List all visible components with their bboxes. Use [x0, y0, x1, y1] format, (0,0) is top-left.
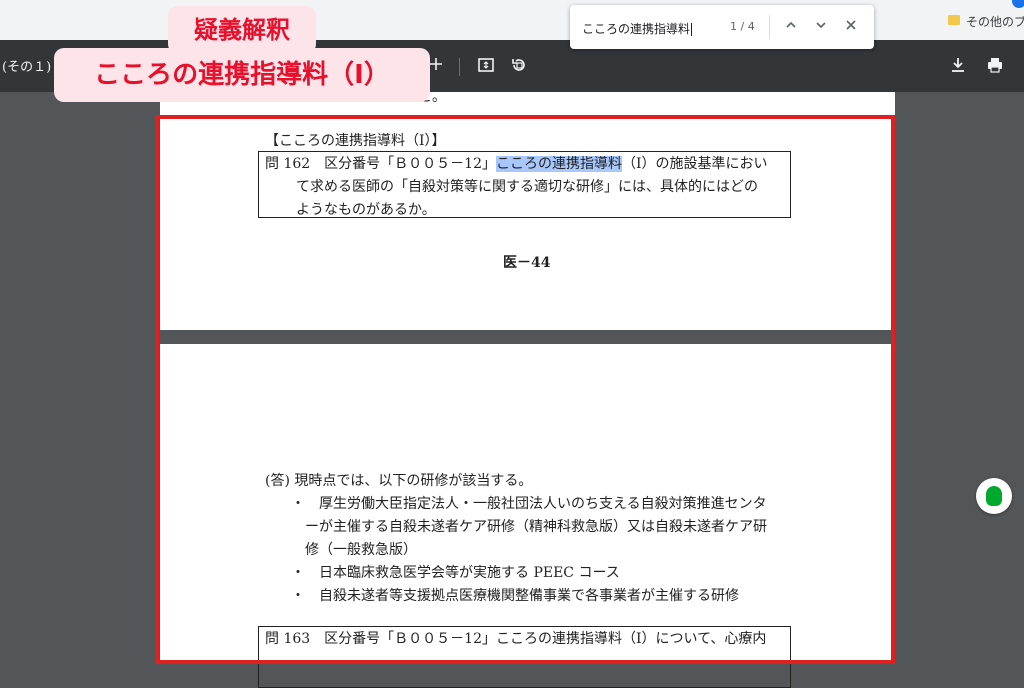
evernote-icon[interactable] [976, 478, 1012, 514]
find-bar: こころの連携指導料 1 / 4 [570, 5, 874, 49]
highlight-frame [155, 115, 895, 664]
find-result-count: 1 / 4 [730, 20, 755, 33]
rotate-icon[interactable] [510, 56, 528, 79]
find-query: こころの連携指導料 [582, 22, 691, 36]
find-divider [769, 15, 770, 39]
evernote-logo [986, 486, 1002, 506]
print-icon[interactable] [986, 56, 1004, 79]
callout-subtitle: こころの連携指導料（Ⅰ） [54, 48, 430, 102]
callout-title: 疑義解釈 [168, 6, 316, 54]
chevron-down-icon[interactable] [811, 17, 831, 37]
plus-icon[interactable] [428, 56, 444, 77]
toolbar-divider [459, 58, 460, 76]
bookmark-other[interactable]: その他のブッ [966, 13, 1024, 30]
download-icon[interactable] [949, 56, 967, 79]
find-input[interactable]: こころの連携指導料 [582, 20, 693, 37]
close-icon[interactable] [841, 17, 861, 37]
fit-page-icon[interactable] [477, 56, 495, 79]
chevron-up-icon[interactable] [781, 17, 801, 37]
pdf-document-title: (その１) [2, 60, 52, 75]
text-caret [691, 23, 693, 36]
folder-icon [948, 15, 960, 25]
